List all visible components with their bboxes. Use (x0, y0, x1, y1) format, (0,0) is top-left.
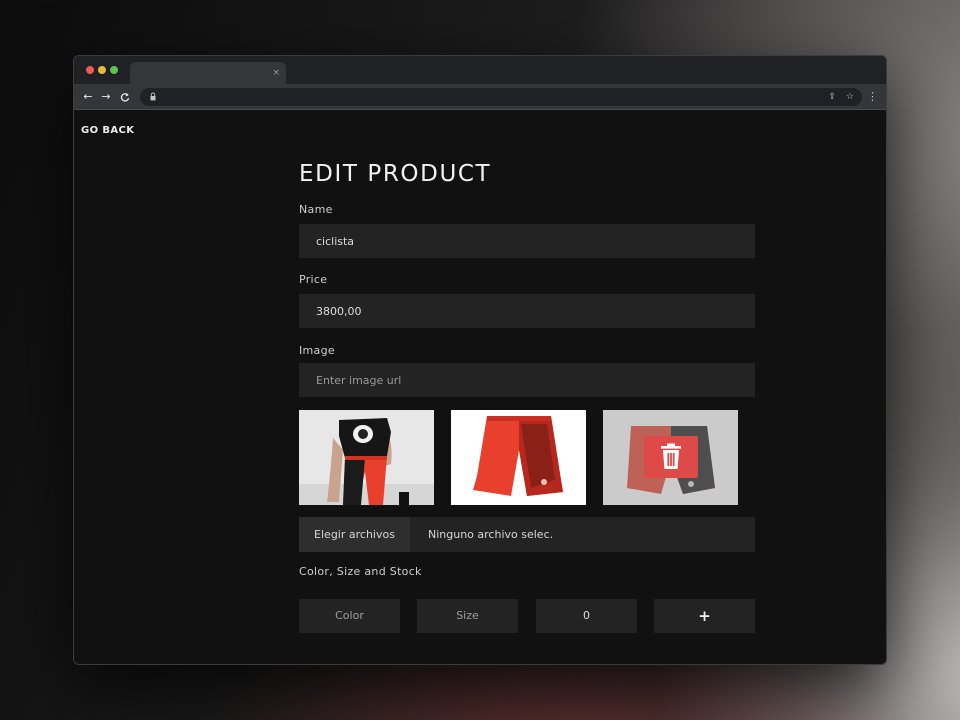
reload-icon[interactable] (118, 89, 132, 105)
product-photo-model-icon (299, 410, 434, 505)
share-icon[interactable]: ⇪ (828, 90, 836, 104)
stock-input[interactable]: 0 (536, 599, 637, 633)
name-input[interactable] (299, 224, 755, 258)
color-input[interactable]: Color (299, 599, 400, 633)
reload-glyph (120, 93, 130, 102)
tab-bar: × (74, 56, 886, 84)
close-window-button[interactable] (86, 66, 94, 74)
page-title: EDIT PRODUCT (299, 161, 492, 187)
image-label: Image (299, 344, 335, 357)
browser-window: × ← → ⇪ ☆ ⋮ GO BACK EDIT PRODUCT Name Pr… (73, 55, 887, 665)
trash-icon (661, 443, 681, 469)
product-photo-shorts-icon (451, 410, 586, 505)
maximize-window-button[interactable] (110, 66, 118, 74)
add-variant-button[interactable]: + (654, 599, 755, 633)
product-image-2[interactable] (451, 410, 586, 505)
choose-files-button[interactable]: Elegir archivos (299, 517, 410, 552)
size-input[interactable]: Size (417, 599, 518, 633)
price-input[interactable] (299, 294, 755, 328)
file-input[interactable]: Elegir archivos Ninguno archivo selec. (299, 517, 755, 552)
product-image-1[interactable] (299, 410, 434, 505)
variants-label: Color, Size and Stock (299, 565, 422, 578)
tab-close-icon[interactable]: × (272, 66, 280, 80)
price-label: Price (299, 273, 328, 286)
browser-toolbar: ← → ⇪ ☆ ⋮ (74, 84, 886, 110)
minimize-window-button[interactable] (98, 66, 106, 74)
address-bar[interactable]: ⇪ ☆ (140, 88, 862, 106)
image-url-input[interactable] (299, 363, 755, 397)
browser-tab[interactable]: × (130, 62, 286, 84)
delete-image-button[interactable] (644, 436, 698, 478)
name-label: Name (299, 203, 333, 216)
forward-arrow-icon[interactable]: → (99, 89, 113, 105)
lock-icon (150, 92, 156, 101)
page-content: GO BACK EDIT PRODUCT Name Price Image (74, 111, 886, 664)
file-status-text: Ninguno archivo selec. (428, 528, 554, 541)
back-arrow-icon[interactable]: ← (81, 89, 95, 105)
product-image-3[interactable] (603, 410, 738, 505)
bookmark-star-icon[interactable]: ☆ (846, 90, 854, 104)
go-back-link[interactable]: GO BACK (81, 125, 134, 136)
browser-menu-icon[interactable]: ⋮ (867, 89, 878, 105)
